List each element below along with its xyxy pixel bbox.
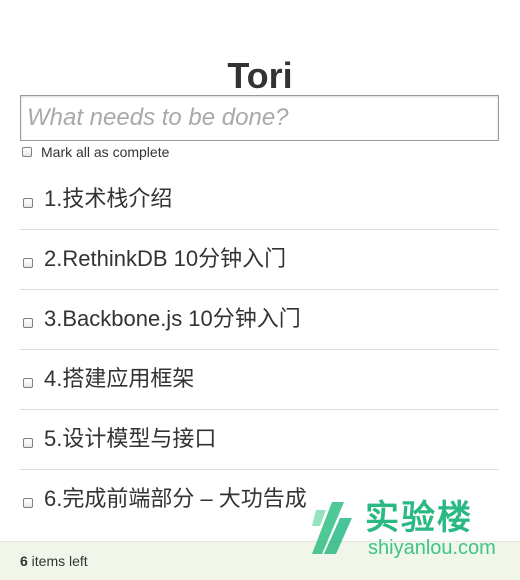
toggle-all-row[interactable]: Mark all as complete (22, 143, 169, 161)
watermark-domain: shiyanlou.com (368, 537, 496, 559)
todo-checkbox[interactable] (23, 378, 33, 388)
todo-checkbox[interactable] (23, 318, 33, 328)
shiyanlou-watermark: 实验楼 shiyanlou.com (310, 496, 510, 566)
todo-app: Tori Mark all as complete 1.技术栈介绍 2.Reth… (0, 0, 520, 580)
shiyanlou-logo-icon (312, 502, 352, 554)
toggle-all-checkbox[interactable] (22, 147, 32, 157)
todo-checkbox[interactable] (23, 198, 33, 208)
app-title: Tori (227, 55, 293, 97)
todo-checkbox[interactable] (23, 438, 33, 448)
todo-item[interactable]: 2.RethinkDB 10分钟入门 (20, 230, 499, 290)
todo-list: 1.技术栈介绍 2.RethinkDB 10分钟入门 3.Backbone.js… (20, 170, 499, 530)
todo-item[interactable]: 5.设计模型与接口 (20, 410, 499, 470)
todo-label[interactable]: 6.完成前端部分 – 大功告成 (44, 484, 307, 514)
todo-label[interactable]: 4.搭建应用框架 (44, 364, 194, 394)
toggle-all-label: Mark all as complete (41, 144, 170, 160)
todo-label[interactable]: 3.Backbone.js 10分钟入门 (44, 304, 301, 334)
new-todo-input[interactable] (20, 95, 499, 141)
todo-label[interactable]: 1.技术栈介绍 (44, 184, 172, 214)
todo-label[interactable]: 5.设计模型与接口 (44, 424, 216, 454)
todo-count-suffix: items left (27, 553, 88, 569)
todo-label[interactable]: 2.RethinkDB 10分钟入门 (44, 244, 286, 274)
todo-item[interactable]: 4.搭建应用框架 (20, 350, 499, 410)
todo-item[interactable]: 3.Backbone.js 10分钟入门 (20, 290, 499, 350)
watermark-name: 实验楼 (365, 499, 473, 537)
todo-count: 6 items left (20, 553, 88, 569)
todo-checkbox[interactable] (23, 498, 33, 508)
todo-count-number: 6 (20, 553, 28, 569)
todo-checkbox[interactable] (23, 258, 33, 268)
todo-item[interactable]: 1.技术栈介绍 (20, 170, 499, 230)
